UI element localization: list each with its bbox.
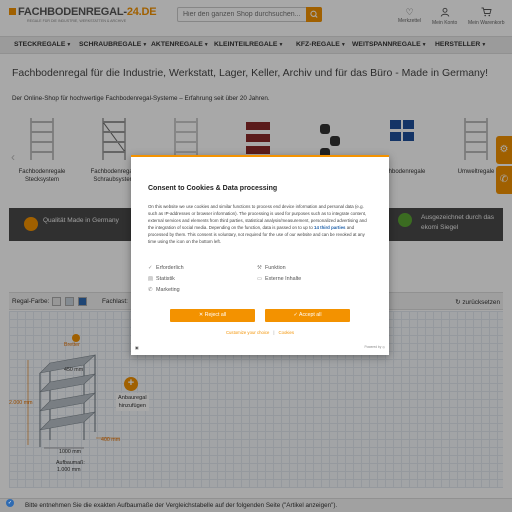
- cookies-link[interactable]: Cookies: [279, 330, 295, 335]
- option-function[interactable]: ⚒ Funktion: [257, 265, 286, 271]
- customize-link[interactable]: Customize your choice: [226, 330, 269, 335]
- third-parties-link[interactable]: 14 third parties: [314, 225, 345, 230]
- option-external[interactable]: ▭ Externe Inhalte: [257, 276, 301, 282]
- monitor-icon: ▭: [257, 276, 263, 282]
- accept-all-button[interactable]: ✓ Accept all: [265, 309, 350, 322]
- chart-icon: ▤: [148, 276, 154, 282]
- option-marketing[interactable]: ✆ Marketing: [148, 287, 180, 293]
- cookie-consent-dialog: Consent to Cookies & Data processing On …: [131, 155, 389, 355]
- reject-all-button[interactable]: ✕ Reject all: [170, 309, 255, 322]
- consent-text: On this website we use cookies and simil…: [148, 204, 367, 244]
- check-icon: ✓: [148, 265, 153, 271]
- consent-links: Customize your choice | Cookies: [225, 330, 295, 335]
- consent-settings-icon[interactable]: ✓: [6, 499, 14, 507]
- consent-logo-icon: ▣: [135, 345, 139, 350]
- check-icon: ✓: [293, 312, 298, 318]
- megaphone-icon: ✆: [148, 287, 153, 293]
- wrench-icon: ⚒: [257, 265, 262, 271]
- consent-title: Consent to Cookies & Data processing: [148, 185, 278, 192]
- option-statistics[interactable]: ▤ Statistik: [148, 276, 175, 282]
- cmp-logo-icon: ◎: [382, 345, 385, 349]
- close-icon: ✕: [198, 312, 204, 318]
- option-required[interactable]: ✓ Erforderlich: [148, 265, 184, 271]
- powered-by: Powered by ◎: [364, 345, 385, 349]
